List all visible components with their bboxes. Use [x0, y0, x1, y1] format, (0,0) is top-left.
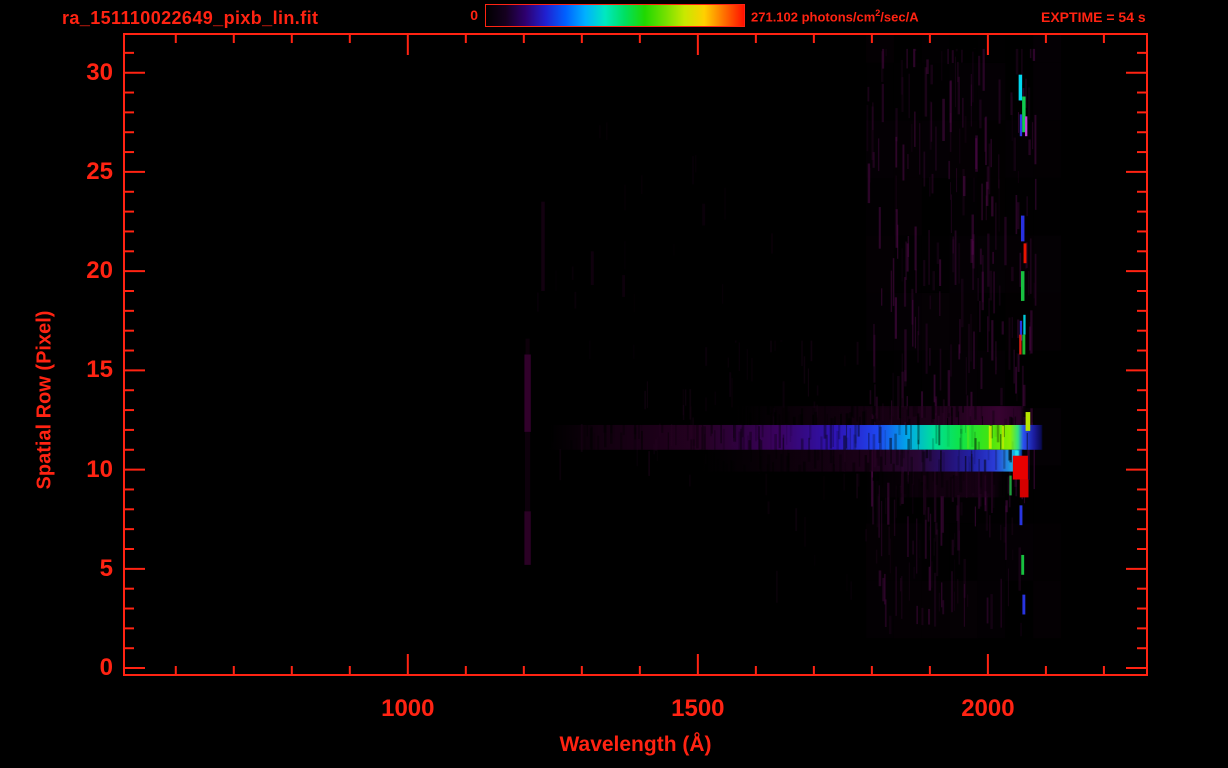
y-tick-label-30: 30 — [53, 59, 113, 87]
y-tick-label-15: 15 — [53, 356, 113, 384]
spectrogram-image — [123, 33, 1148, 676]
plot-title: ra_151110022649_pixb_lin.fit — [62, 8, 318, 29]
y-tick-label-5: 5 — [53, 555, 113, 583]
x-tick-label-2000: 2000 — [928, 695, 1048, 723]
spectrogram-window: ra_151110022649_pixb_lin.fit 0 271.102 p… — [0, 0, 1228, 768]
exptime-label: EXPTIME = 54 s — [1041, 9, 1146, 25]
y-tick-label-0: 0 — [53, 654, 113, 682]
colorbar — [485, 4, 745, 27]
colorbar-max-value: 271.102 — [751, 9, 798, 24]
y-tick-label-20: 20 — [53, 257, 113, 285]
y-tick-label-25: 25 — [53, 158, 113, 186]
y-tick-label-10: 10 — [53, 456, 113, 484]
colorbar-units-prefix: photons/cm — [798, 9, 875, 24]
plot-area — [123, 33, 1148, 676]
colorbar-units-suffix: /sec/A — [880, 9, 918, 24]
colorbar-max-label: 271.102 photons/cm2/sec/A — [751, 8, 919, 24]
x-tick-label-1500: 1500 — [638, 695, 758, 723]
x-tick-label-1000: 1000 — [348, 695, 468, 723]
x-axis-title: Wavelength (Å) — [123, 733, 1148, 757]
colorbar-min-label: 0 — [418, 7, 478, 23]
